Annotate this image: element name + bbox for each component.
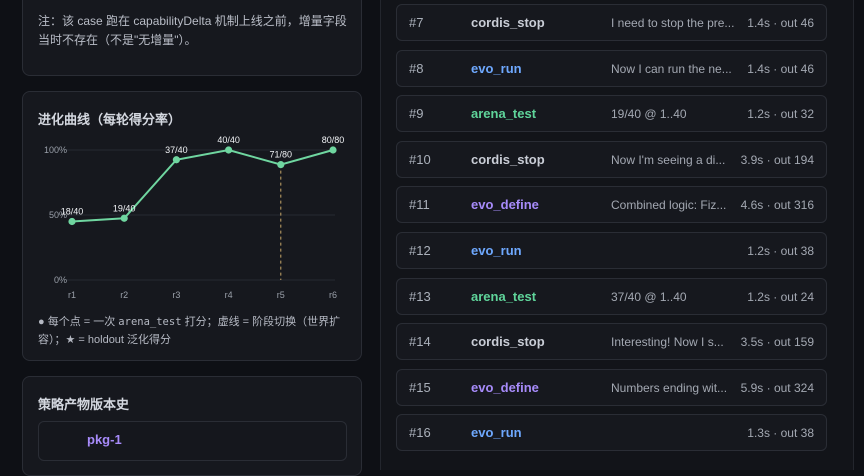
data-point [172, 156, 180, 164]
run-message: 37/40 @ 1..40 [611, 289, 687, 304]
run-row[interactable]: #10 cordis_stop Now I'm seeing a di... 3.9s… [396, 140, 827, 178]
run-number: #9 [409, 106, 424, 122]
x-tick-label: r1 [68, 290, 76, 300]
run-tool-name: arena_test [471, 106, 537, 122]
run-number: #7 [409, 15, 424, 30]
run-stats: 3.5s · out 159 [740, 335, 814, 350]
x-tick-label: r5 [277, 290, 285, 300]
run-row[interactable]: #15 evo_define Numbers ending wit... 5.9s ·… [396, 368, 827, 406]
pkg-item[interactable]: pkg-1 [38, 421, 347, 461]
data-label: 18/40 [61, 207, 84, 217]
run-message: Combined logic: Fiz... [611, 198, 727, 213]
run-number: #16 [409, 425, 431, 441]
data-point [329, 146, 337, 154]
run-stats: 3.9s · out 194 [740, 152, 814, 167]
run-number: #8 [409, 60, 424, 76]
x-tick-label: r3 [172, 290, 180, 300]
run-tool-name: evo_run [471, 60, 522, 76]
data-point [277, 161, 285, 169]
run-stats: 1.3s · out 38 [747, 426, 814, 441]
data-point [225, 146, 233, 154]
version-history-card: 策略产物版本史 pkg-1 [22, 376, 362, 476]
y-tick-label: 0% [54, 275, 67, 285]
series-line [71, 148, 334, 223]
run-number: #12 [409, 243, 431, 258]
x-tick-label: r6 [329, 290, 337, 300]
run-tool-name: cordis_stop [471, 151, 545, 167]
run-message: Interesting! Now I s... [611, 335, 724, 350]
data-label: 37/40 [165, 145, 188, 155]
run-number: #14 [409, 334, 431, 350]
run-row[interactable]: #13 arena_test 37/40 @ 1..40 1.2s · out 24 [396, 277, 827, 315]
run-tool-name: evo_run [471, 425, 522, 441]
run-stats: 5.9s · out 324 [740, 380, 814, 395]
run-stats: 4.6s · out 316 [740, 198, 814, 213]
run-number: #11 [409, 197, 430, 213]
run-tool-name: cordis_stop [471, 334, 545, 350]
history-title: 策略产物版本史 [38, 397, 130, 412]
run-row[interactable]: #14 cordis_stop Interesting! Now I s... 3.5… [396, 323, 827, 361]
y-tick-label: 100% [44, 145, 67, 155]
run-number: #15 [409, 379, 431, 395]
run-message: 19/40 @ 1..40 [611, 107, 687, 122]
pkg-label: pkg-1 [87, 432, 122, 447]
run-row[interactable]: #12 evo_run 1.2s · out 38 [396, 232, 827, 269]
run-message: I need to stop the pre... [611, 16, 735, 30]
evolution-chart-card: 进化曲线（每轮得分率） 0% 50% 100% 18/40 19/40 37/40 40/4… [22, 91, 362, 361]
run-row[interactable]: #9 arena_test 19/40 @ 1..40 1.2s · out 32 [396, 95, 827, 133]
run-row[interactable]: #16 evo_run 1.3s · out 38 [396, 414, 827, 452]
run-tool-name: evo_run [471, 243, 522, 258]
data-point [68, 217, 76, 226]
x-tick-label: r2 [120, 290, 128, 300]
run-stats: 1.2s · out 38 [747, 244, 814, 258]
run-number: #10 [409, 151, 431, 167]
note-text: 注：该 case 跑在 capabilityDelta 机制上线之前，增量字段当… [38, 14, 347, 47]
run-stats: 1.4s · out 46 [747, 61, 814, 76]
run-row[interactable]: #8 evo_run Now I can run the ne... 1.4s · o… [396, 49, 827, 87]
evolution-chart: 0%50%100%18/40 19/4037/4040/4071/8080/80r… [44, 135, 345, 300]
data-label: 19/40 [113, 203, 136, 213]
run-stats: 1.2s · out 32 [747, 107, 814, 122]
data-label: 71/80 [270, 150, 293, 160]
legend-text-1: ● 每个点 = 一次 [38, 316, 119, 328]
run-tool-name: evo_define [471, 379, 539, 395]
run-stats: 1.2s · out 24 [747, 289, 814, 304]
x-tick-label: r4 [225, 290, 233, 300]
run-message: Now I can run the ne... [611, 61, 732, 76]
run-number: #13 [409, 288, 431, 304]
run-message: Numbers ending wit... [611, 380, 728, 395]
run-stats: 1.4s · out 46 [747, 16, 814, 30]
run-list-panel: #7 cordis_stop I need to stop the pre... 1.… [380, 0, 854, 470]
run-row[interactable]: #7 cordis_stop I need to stop the pre... 1.… [396, 4, 827, 41]
data-label: 40/40 [217, 135, 240, 145]
chart-legend-note: ● 每个点 = 一次 arena_test 打分；虚线 = 阶段切换（世界扩容）… [38, 313, 350, 349]
legend-code: arena_test [118, 316, 182, 328]
data-label: 80/80 [322, 135, 345, 145]
run-message: Now I'm seeing a di... [611, 152, 726, 167]
run-row[interactable]: #11 evo_define Combined logic: Fiz... 4.6s … [396, 186, 827, 224]
data-point [120, 214, 128, 222]
note-card: 注：该 case 跑在 capabilityDelta 机制上线之前，增量字段当… [22, 0, 362, 76]
run-tool-name: arena_test [471, 288, 537, 304]
run-tool-name: cordis_stop [471, 15, 545, 30]
run-tool-name: evo_define [471, 197, 539, 213]
